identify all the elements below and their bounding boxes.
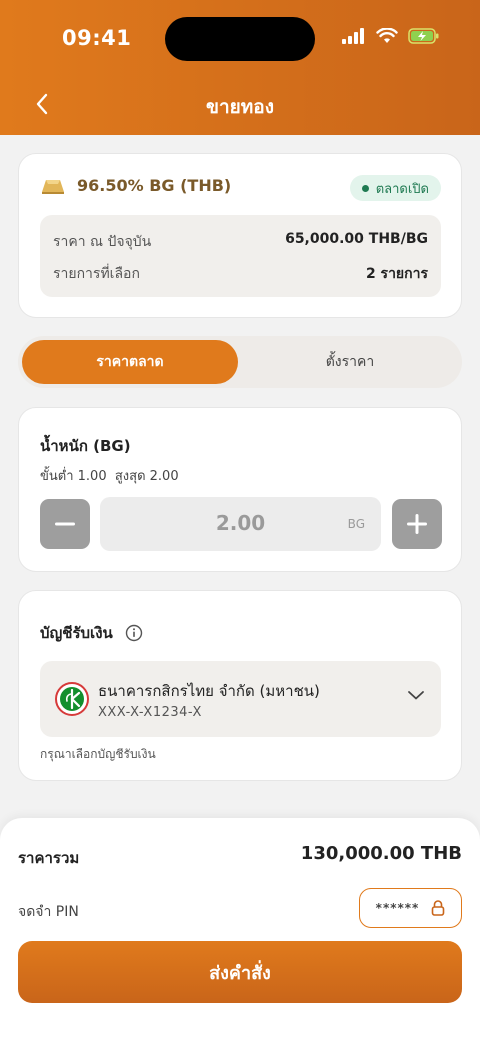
price-summary-box: ราคา ณ ปัจจุบัน 65,000.00 THB/BG รายการท…: [40, 215, 441, 297]
weight-card: น้ำหนัก (BG) ขั้นต่ำ 1.00 สูงสุด 2.00 2.…: [18, 407, 462, 572]
remember-pin-label: จดจำ PIN: [18, 904, 79, 920]
weight-unit: BG: [347, 517, 365, 531]
weight-limits: ขั้นต่ำ 1.00 สูงสุด 2.00: [40, 465, 179, 486]
status-dot-icon: [361, 184, 369, 192]
lock-icon: [432, 900, 445, 916]
signal-icon: [342, 28, 364, 44]
decrease-weight-button[interactable]: [40, 499, 90, 549]
status-time: 09:41: [62, 26, 132, 50]
bank-account-number: XXX-X-X1234-X: [98, 705, 202, 720]
pin-input[interactable]: ******: [359, 888, 462, 928]
gold-info-card: 96.50% BG (THB) ตลาดเปิด ราคา ณ ปัจจุบัน…: [18, 153, 462, 318]
current-price-label: ราคา ณ ปัจจุบัน: [53, 234, 152, 250]
minus-icon: [55, 522, 75, 526]
market-status-text: ตลาดเปิด: [375, 181, 429, 197]
selected-items-label: รายการที่เลือก: [53, 266, 140, 282]
tab-set-price[interactable]: ตั้งราคา: [242, 340, 458, 384]
account-title-row: บัญชีรับเงิน: [40, 621, 143, 645]
page-title: ขายทอง: [205, 96, 274, 118]
account-title: บัญชีรับเงิน: [40, 624, 113, 642]
pin-mask: ******: [375, 901, 420, 915]
bank-name: ธนาคารกสิกรไทย จำกัด (มหาชน): [98, 682, 320, 700]
plus-icon: [407, 514, 427, 534]
total-price-label: ราคารวม: [18, 849, 80, 867]
bank-account-select[interactable]: ธนาคารกสิกรไทย จำกัด (มหาชน) XXX-X-X1234…: [40, 661, 441, 737]
gold-product-row: 96.50% BG (THB): [41, 176, 231, 195]
status-icons: [342, 28, 440, 44]
selected-items-row: รายการที่เลือก 2 รายการ: [53, 263, 428, 285]
dynamic-island: [165, 17, 315, 61]
kasikorn-bank-logo: [55, 682, 89, 716]
account-hint: กรุณาเลือกบัญชีรับเงิน: [40, 747, 156, 761]
current-price-value: 65,000.00 THB/BG: [285, 231, 428, 247]
gold-bar-icon: [42, 179, 64, 194]
increase-weight-button[interactable]: [392, 499, 442, 549]
chevron-down-icon: [408, 691, 424, 700]
wifi-icon: [376, 28, 398, 43]
info-icon[interactable]: [125, 624, 143, 642]
total-price-value: 130,000.00 THB: [300, 843, 462, 864]
weight-min: ขั้นต่ำ 1.00: [40, 469, 107, 484]
app-header: 09:41 ขายทอง: [0, 0, 480, 135]
weight-value: 2.00: [215, 511, 266, 535]
gold-product-name: 96.50% BG (THB): [77, 176, 232, 195]
market-status-badge: ตลาดเปิด: [349, 175, 441, 201]
weight-max: สูงสุด 2.00: [114, 469, 179, 484]
receiving-account-card: บัญชีรับเงิน ธนาคารกสิกรไทย จำกัด (มหาชน…: [18, 590, 462, 781]
order-summary-panel: ราคารวม 130,000.00 THB จดจำ PIN ****** ส…: [0, 818, 480, 1044]
weight-title: น้ำหนัก (BG): [40, 437, 131, 455]
battery-charging-icon: [408, 28, 439, 44]
weight-input[interactable]: 2.00 BG: [100, 497, 381, 551]
submit-order-button[interactable]: ส่งคำสั่ง: [18, 941, 462, 1003]
tab-market-price[interactable]: ราคาตลาด: [22, 340, 238, 384]
selected-items-value: 2 รายการ: [365, 266, 428, 282]
current-price-row: ราคา ณ ปัจจุบัน 65,000.00 THB/BG: [53, 231, 428, 253]
price-mode-tabs: ราคาตลาด ตั้งราคา: [18, 336, 462, 388]
